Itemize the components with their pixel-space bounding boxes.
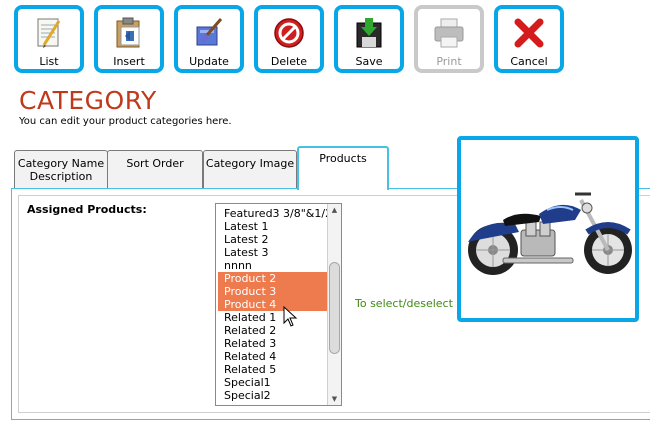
listbox-option[interactable]: Special1	[218, 376, 327, 389]
tab-label: Category Image	[205, 157, 295, 170]
listbox-option[interactable]: Product 4	[218, 298, 327, 311]
listbox-option[interactable]: nnnn	[218, 259, 327, 272]
tab-category-image[interactable]: Category Image	[203, 150, 297, 188]
save-button-label: Save	[355, 55, 383, 68]
listbox-option[interactable]: Latest 1	[218, 220, 327, 233]
scroll-thumb[interactable]	[329, 262, 340, 354]
delete-button[interactable]: Delete	[254, 5, 324, 73]
cancel-button-label: Cancel	[510, 55, 548, 68]
listbox-option[interactable]: Related 4	[218, 350, 327, 363]
listbox-option[interactable]: Special2	[218, 389, 327, 402]
printer-icon	[434, 18, 464, 48]
listbox-scrollbar[interactable]: ▲ ▼	[327, 204, 341, 405]
category-image-preview	[457, 136, 639, 322]
listbox-option[interactable]: Related 1	[218, 311, 327, 324]
update-button[interactable]: Update	[174, 5, 244, 73]
print-button[interactable]: Print	[414, 5, 484, 73]
mouse-pointer-icon	[283, 306, 298, 327]
insert-button[interactable]: Insert	[94, 5, 164, 73]
tab-category-name-description[interactable]: Category Name Description	[14, 150, 108, 188]
listbox-option[interactable]: Related 5	[218, 363, 327, 376]
save-disk-icon	[356, 18, 382, 48]
insert-button-label: Insert	[113, 55, 145, 68]
list-button-label: List	[39, 55, 59, 68]
delete-button-label: Delete	[270, 55, 308, 68]
listbox-option[interactable]: Related 3	[218, 337, 327, 350]
save-button[interactable]: Save	[334, 5, 404, 73]
cancel-button[interactable]: Cancel	[494, 5, 564, 73]
red-x-icon	[514, 18, 544, 48]
tab-sort-order[interactable]: Sort Order	[107, 150, 203, 188]
tab-products[interactable]: Products	[297, 146, 389, 190]
tab-label: Category Name Description	[17, 157, 105, 183]
tab-label: Sort Order	[126, 157, 184, 170]
no-entry-icon	[274, 18, 304, 48]
listbox-options: Featured3Featured3 3/8"&1/2"Latest 1Late…	[216, 204, 337, 402]
page-subtitle: You can edit your product categories her…	[19, 116, 232, 127]
listbox-option[interactable]: Featured3 3/8"&1/2"	[218, 207, 337, 220]
page-title: CATEGORY	[19, 86, 157, 115]
notepad-pencil-icon	[37, 18, 61, 48]
assigned-products-label: Assigned Products:	[27, 203, 147, 216]
toolbar: List Insert Update Delete Save Print Can…	[0, 0, 650, 80]
tab-label: Products	[319, 152, 367, 165]
listbox-option[interactable]: Product 2	[218, 272, 327, 285]
scroll-up-arrow-icon[interactable]: ▲	[328, 204, 341, 216]
scroll-down-arrow-icon[interactable]: ▼	[328, 393, 341, 405]
print-button-label: Print	[436, 55, 462, 68]
brush-update-icon	[196, 18, 223, 46]
list-button[interactable]: List	[14, 5, 84, 73]
assigned-products-listbox[interactable]: Featured3Featured3 3/8"&1/2"Latest 1Late…	[215, 203, 342, 406]
update-button-label: Update	[189, 55, 229, 68]
clipboard-insert-icon	[116, 17, 140, 48]
listbox-option[interactable]: Related 2	[218, 324, 327, 337]
listbox-option[interactable]: Product 3	[218, 285, 327, 298]
listbox-option[interactable]: Latest 2	[218, 233, 327, 246]
motorcycle-image	[468, 192, 632, 275]
listbox-option[interactable]: Latest 3	[218, 246, 327, 259]
